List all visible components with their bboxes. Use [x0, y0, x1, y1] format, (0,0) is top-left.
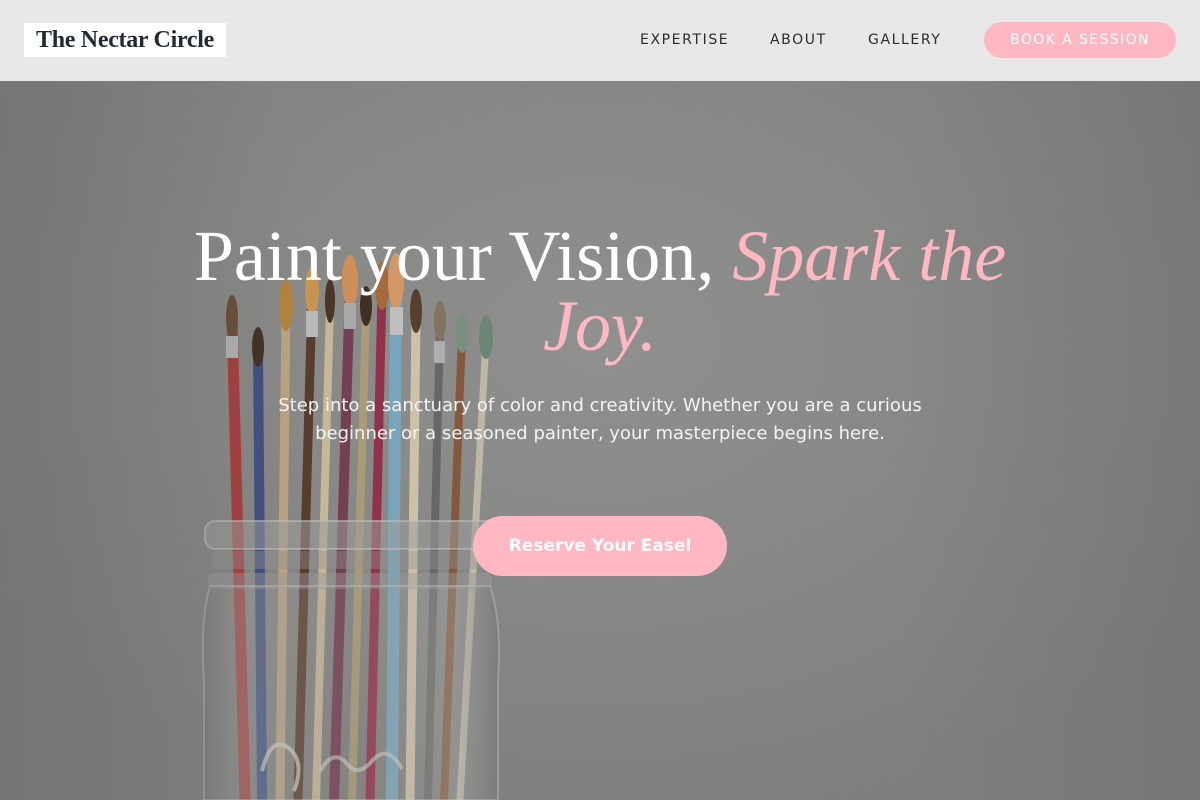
hero-headline: Paint your Vision, Spark the Joy.	[150, 220, 1050, 362]
book-session-button[interactable]: BOOK A SESSION	[984, 22, 1176, 58]
headline-plain-text: Paint your Vision,	[193, 216, 733, 296]
nav-link-expertise[interactable]: EXPERTISE	[640, 30, 729, 50]
nav-link-gallery[interactable]: GALLERY	[868, 30, 941, 50]
hero-subtext: Step into a sanctuary of color and creat…	[278, 395, 922, 444]
reserve-easel-button[interactable]: Reserve Your Easel	[473, 516, 727, 576]
nav-link-about[interactable]: ABOUT	[770, 30, 827, 50]
hero-section: Paint your Vision, Spark the Joy. Step i…	[0, 81, 1200, 800]
top-navbar: The Nectar Circle EXPERTISE ABOUT GALLER…	[0, 0, 1200, 81]
site-logo[interactable]: The Nectar Circle	[24, 23, 226, 57]
